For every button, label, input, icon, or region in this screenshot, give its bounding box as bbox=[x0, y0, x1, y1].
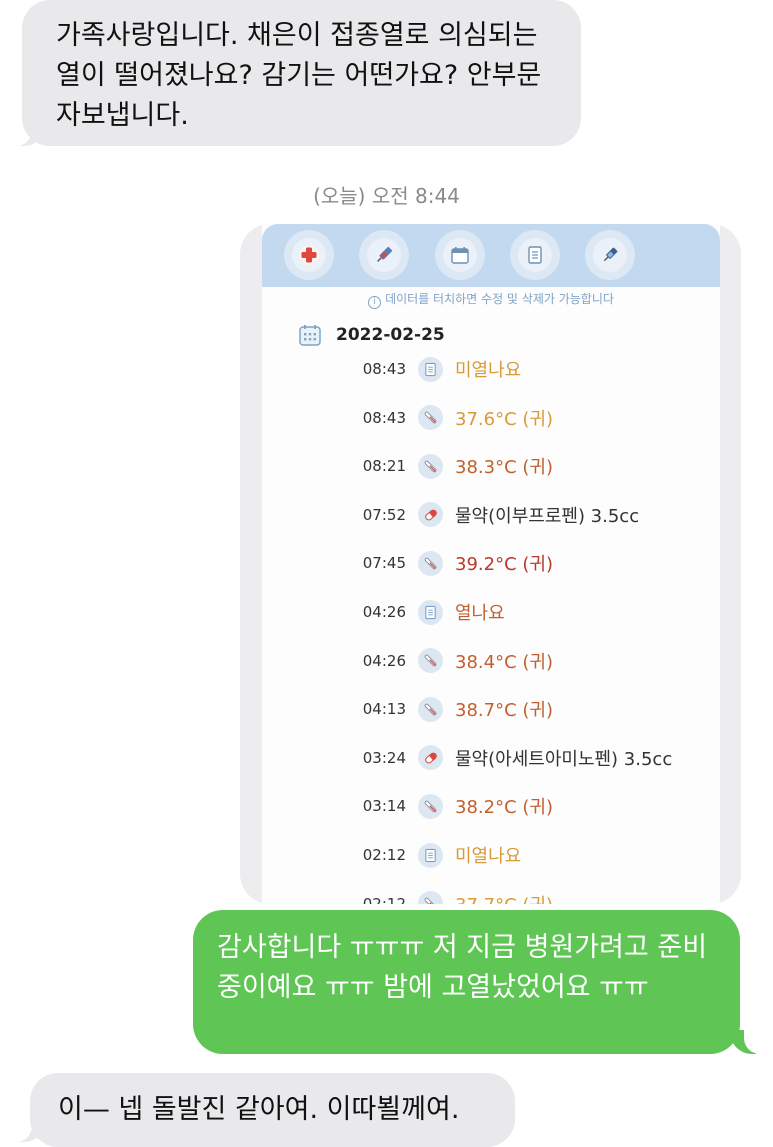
incoming-message[interactable]: 이— 넵 돌발진 같아여. 이따뵐께여. bbox=[30, 1073, 515, 1147]
vaccine-icon bbox=[585, 230, 635, 280]
calendar-icon bbox=[435, 230, 485, 280]
message-text: 가족사랑입니다. 채은이 접종열로 의심되는 열이 떨어졌나요? 감기는 어떤가… bbox=[56, 20, 542, 131]
record-text: 37.6°C (귀) bbox=[455, 408, 553, 430]
thermometer-icon bbox=[418, 453, 443, 479]
record-text: 물약(이부프로펜) 3.5cc bbox=[455, 505, 640, 527]
calendar-icon bbox=[299, 325, 321, 346]
date-header: 2022-02-25 bbox=[298, 320, 445, 350]
record-text: 37.7°C (귀) bbox=[455, 891, 553, 904]
app-toolbar bbox=[262, 224, 720, 287]
record-time: 08:43 bbox=[362, 408, 406, 427]
record-text: 38.4°C (귀) bbox=[455, 651, 553, 673]
record-entry[interactable]: 03:24 물약(아세트아미노펜) 3.5cc bbox=[350, 743, 672, 773]
edit-hint: i 데이터를 터치하면 수정 및 삭제가 가능합니다 bbox=[262, 290, 720, 309]
record-entry[interactable]: 08:43 37.6°C (귀) bbox=[350, 403, 553, 433]
record-time: 04:26 bbox=[362, 603, 406, 621]
record-entry[interactable]: 02:12 37.7°C (귀) bbox=[350, 889, 553, 904]
note-icon bbox=[418, 842, 443, 868]
record-text: 미열나요 bbox=[455, 846, 522, 867]
info-icon: i bbox=[368, 296, 382, 309]
image-attachment[interactable]: i 데이터를 터치하면 수정 및 삭제가 가능합니다 2022-02-25 08:… bbox=[240, 224, 741, 904]
thermometer-icon bbox=[418, 405, 443, 431]
record-entry[interactable]: 04:13 38.7°C (귀) bbox=[350, 694, 553, 724]
record-entry[interactable]: 07:52 물약(이부프로펜) 3.5cc bbox=[350, 500, 639, 530]
syringe-icon bbox=[359, 230, 409, 280]
record-entry[interactable]: 04:26 열나요 bbox=[350, 597, 505, 627]
record-text: 39.2°C (귀) bbox=[455, 554, 553, 576]
record-text: 38.7°C (귀) bbox=[455, 700, 553, 722]
record-time: 07:45 bbox=[362, 554, 406, 573]
record-entry[interactable]: 04:26 38.4°C (귀) bbox=[350, 646, 553, 676]
record-time: 08:21 bbox=[362, 457, 406, 476]
record-entry[interactable]: 02:12 미열나요 bbox=[350, 840, 521, 870]
outgoing-message[interactable]: 감사합니다 ㅠㅠㅠ 저 지금 병원가려고 준비중이예요 ㅠㅠ 밤에 고열났었어요… bbox=[193, 910, 740, 1054]
thermometer-icon bbox=[418, 696, 443, 722]
thermometer-icon bbox=[418, 648, 443, 674]
record-time: 04:13 bbox=[362, 700, 406, 719]
record-time: 03:14 bbox=[362, 797, 406, 816]
record-text: 물약(아세트아미노펜) 3.5cc bbox=[455, 748, 673, 770]
thermometer-icon bbox=[418, 891, 443, 904]
record-time: 02:12 bbox=[362, 894, 406, 904]
record-text: 미열나요 bbox=[455, 360, 522, 381]
incoming-message[interactable]: 가족사랑입니다. 채은이 접종열로 의심되는 열이 떨어졌나요? 감기는 어떤가… bbox=[22, 0, 581, 146]
record-entry[interactable]: 08:21 38.3°C (귀) bbox=[350, 451, 553, 481]
record-time: 03:24 bbox=[362, 748, 406, 767]
message-timestamp: (오늘) 오전 8:44 bbox=[313, 184, 460, 208]
record-date: 2022-02-25 bbox=[336, 325, 445, 345]
pill-icon bbox=[418, 502, 443, 528]
pill-icon bbox=[418, 745, 443, 771]
record-entry[interactable]: 08:43 미열나요 bbox=[350, 354, 521, 384]
record-entry[interactable]: 03:14 38.2°C (귀) bbox=[350, 791, 553, 821]
note-icon bbox=[418, 356, 443, 382]
record-time: 02:12 bbox=[362, 846, 406, 864]
record-entry[interactable]: 07:45 39.2°C (귀) bbox=[350, 548, 553, 578]
record-text: 열나요 bbox=[455, 603, 505, 624]
record-text: 38.3°C (귀) bbox=[455, 457, 553, 479]
thermometer-icon bbox=[418, 550, 443, 576]
record-time: 07:52 bbox=[362, 505, 406, 524]
first-aid-icon bbox=[284, 230, 334, 280]
note-icon bbox=[418, 599, 443, 625]
message-text: 감사합니다 ㅠㅠㅠ 저 지금 병원가려고 준비중이예요 ㅠㅠ 밤에 고열났었어요… bbox=[217, 932, 708, 1003]
record-time: 04:26 bbox=[362, 651, 406, 670]
record-text: 38.2°C (귀) bbox=[455, 797, 553, 819]
message-text: 이— 넵 돌발진 같아여. 이따뵐께여. bbox=[58, 1094, 460, 1125]
note-icon bbox=[510, 230, 560, 280]
app-screenshot: i 데이터를 터치하면 수정 및 삭제가 가능합니다 2022-02-25 08:… bbox=[262, 224, 720, 904]
thermometer-icon bbox=[418, 793, 443, 819]
record-time: 08:43 bbox=[362, 360, 406, 378]
hint-text: 데이터를 터치하면 수정 및 삭제가 가능합니다 bbox=[385, 292, 614, 306]
